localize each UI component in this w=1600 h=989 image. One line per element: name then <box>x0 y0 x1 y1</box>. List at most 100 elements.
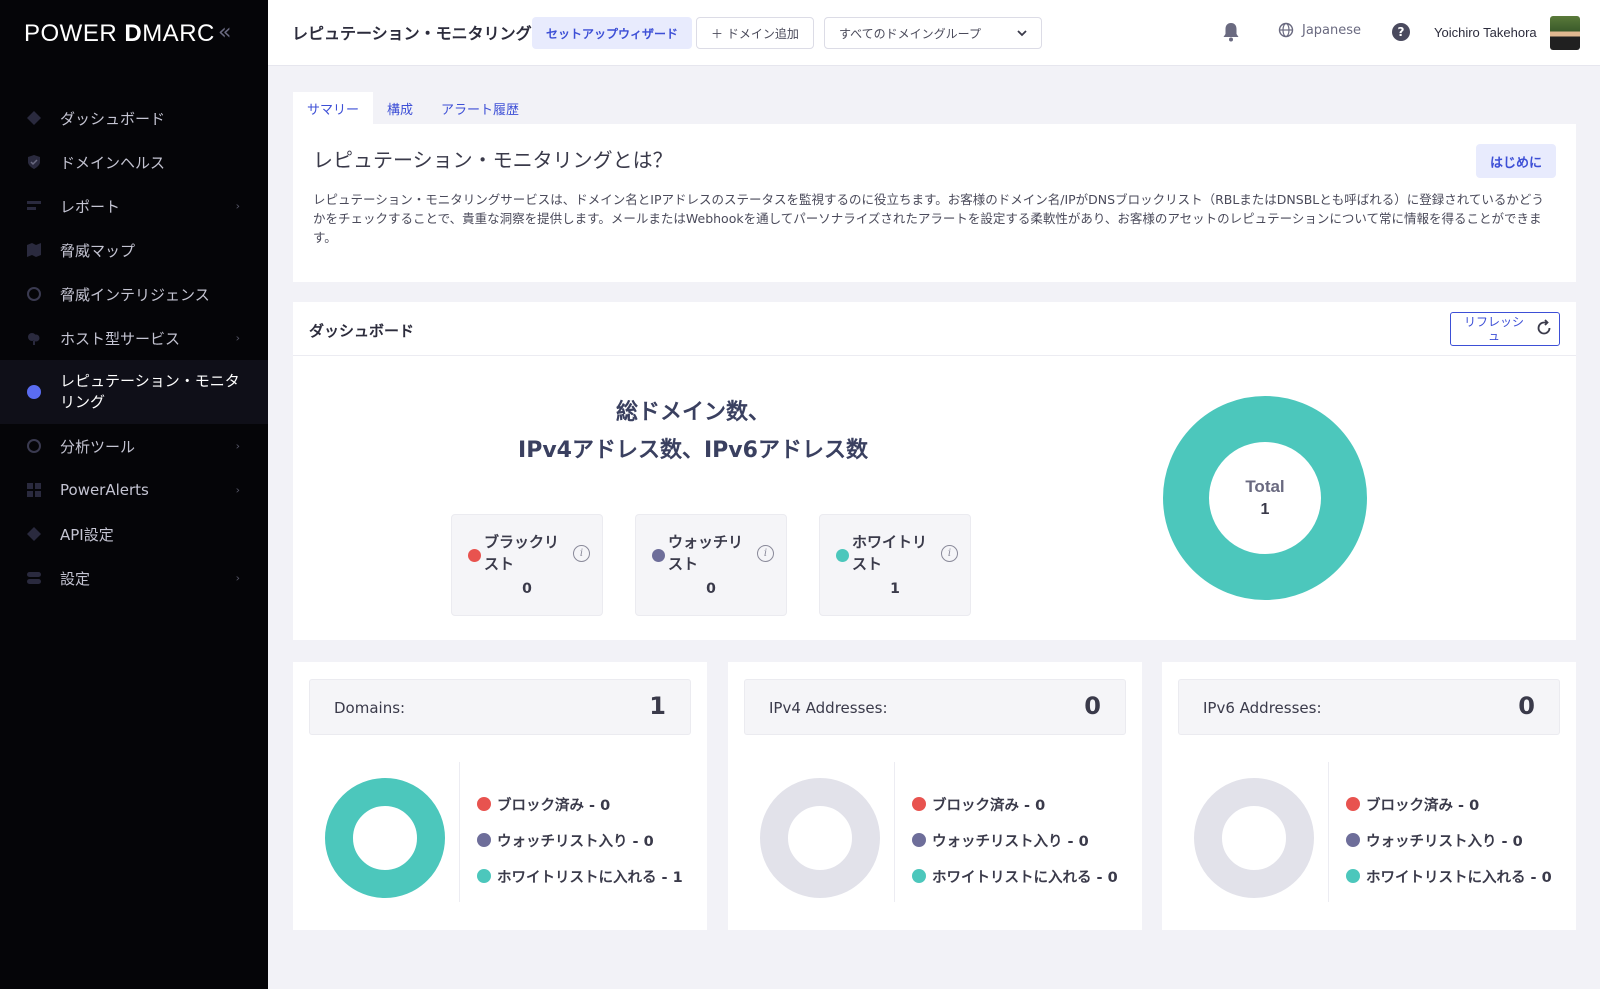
domain-group-select[interactable]: すべてのドメイングループ <box>824 17 1042 49</box>
avatar[interactable] <box>1550 16 1580 50</box>
sidebar-item-label: レポート <box>60 197 121 216</box>
info-icon[interactable]: i <box>573 545 590 562</box>
bell-icon[interactable] <box>1222 22 1240 46</box>
chevron-right-icon: › <box>235 199 240 213</box>
language-label: Japanese <box>1302 22 1362 38</box>
shield-check-icon <box>26 154 42 170</box>
legend-item-blocked[interactable]: ブロック済み - 0 <box>477 786 683 822</box>
chevron-right-icon: › <box>235 571 240 585</box>
legend-item-whitelisted[interactable]: ホワイトリストに入れる - 0 <box>1346 858 1552 894</box>
domains-donut-ring[interactable] <box>325 778 445 898</box>
ipv4-count: 0 <box>1084 692 1101 720</box>
ipv6-donut-chart[interactable] <box>1192 776 1316 900</box>
refresh-button[interactable]: リフレッシュ <box>1450 312 1560 346</box>
sidebar-item-hosted-services[interactable]: ホスト型サービス › <box>0 316 268 360</box>
sidebar-item-analysis-tools[interactable]: 分析ツール › <box>0 424 268 468</box>
sidebar-item-label: 設定 <box>60 569 91 588</box>
intro-card: レピュテーション・モニタリングとは？ はじめに レピュテーション・モニタリングサ… <box>293 124 1576 282</box>
total-value: 1 <box>1261 501 1270 518</box>
setup-wizard-button[interactable]: セットアップウィザード <box>532 17 693 49</box>
diamond-icon <box>26 526 42 542</box>
tab-summary[interactable]: サマリー <box>293 92 374 124</box>
top-bar: レピュテーション・モニタリング セットアップウィザード ＋ ドメイン追加 すべて… <box>268 0 1600 66</box>
info-icon[interactable]: i <box>757 545 774 562</box>
whitelist-dot <box>836 549 849 562</box>
legend-item-whitelisted[interactable]: ホワイトリストに入れる - 1 <box>477 858 683 894</box>
help-icon[interactable]: ? <box>1392 23 1410 41</box>
sidebar-item-poweralerts[interactable]: PowerAlerts › <box>0 468 268 512</box>
chevron-right-icon: › <box>235 439 240 453</box>
badge-icon <box>26 384 42 400</box>
report-icon <box>26 198 42 214</box>
sidebar-item-label: ダッシュボード <box>60 109 166 128</box>
domains-card: Domains: 1 ブロック済み - 0 ウォッチリスト入り - 0 ホワイト… <box>293 662 707 930</box>
stat-label: ウォッチリスト <box>668 533 744 573</box>
sidebar-item-domain-health[interactable]: ドメインヘルス <box>0 140 268 184</box>
sidebar-item-reputation-monitoring[interactable]: レピュテーション・モニタリング <box>0 360 268 424</box>
legend-item-watchlisted[interactable]: ウォッチリスト入り - 0 <box>477 822 683 858</box>
stat-value: 0 <box>706 581 716 597</box>
legend-label: ブロック済み - 0 <box>497 797 611 814</box>
divider <box>894 762 895 902</box>
dashboard-heading-line-1: 総ドメイン数、 <box>615 400 770 425</box>
sidebar-item-label: ドメインヘルス <box>60 153 166 172</box>
double-chevron-left-icon[interactable]: « <box>218 20 231 45</box>
legend-label: ブロック済み - 0 <box>1366 797 1480 814</box>
ipv4-legend: ブロック済み - 0 ウォッチリスト入り - 0 ホワイトリストに入れる - 0 <box>912 786 1118 894</box>
toggle-icon <box>26 570 42 586</box>
sidebar-item-label: PowerAlerts <box>60 481 149 499</box>
ipv6-donut-ring[interactable] <box>1194 778 1314 898</box>
whitelisted-dot <box>912 869 926 883</box>
domains-donut-chart[interactable] <box>323 776 447 900</box>
ipv4-donut-chart[interactable] <box>758 776 882 900</box>
domains-summary: Domains: 1 <box>309 679 691 735</box>
ipv6-count: 0 <box>1518 692 1535 720</box>
sidebar-item-label: レピュテーション・モニタリング <box>60 372 240 411</box>
user-name[interactable]: Yoichiro Takehora <box>1434 25 1537 40</box>
sidebar-item-reports[interactable]: レポート › <box>0 184 268 228</box>
page-title: レピュテーション・モニタリング <box>292 24 532 43</box>
blacklist-dot <box>468 549 481 562</box>
dashboard-heading-line-2: IPv4アドレス数、IPv6アドレス数 <box>518 438 868 463</box>
get-started-button[interactable]: はじめに <box>1475 144 1556 178</box>
divider <box>459 762 460 902</box>
circle-icon <box>26 286 42 302</box>
total-donut-ring[interactable] <box>1163 396 1367 600</box>
domains-legend: ブロック済み - 0 ウォッチリスト入り - 0 ホワイトリストに入れる - 1 <box>477 786 683 894</box>
ipv6-card: IPv6 Addresses: 0 ブロック済み - 0 ウォッチリスト入り -… <box>1162 662 1576 930</box>
legend-item-watchlisted[interactable]: ウォッチリスト入り - 0 <box>912 822 1118 858</box>
divider <box>1328 762 1329 902</box>
language-selector[interactable]: Japanese <box>1278 22 1361 38</box>
sidebar-item-threat-intelligence[interactable]: 脅威インテリジェンス <box>0 272 268 316</box>
legend-label: ホワイトリストに入れる - 1 <box>497 869 683 886</box>
sidebar-item-label: ホスト型サービス <box>60 329 181 348</box>
cloud-icon <box>26 330 42 346</box>
domain-group-select-value: すべてのドメイングループ <box>839 26 981 41</box>
powerdmarc-logo[interactable]: POWER DMARC <box>24 20 215 48</box>
sidebar-item-dashboard[interactable]: ダッシュボード <box>0 96 268 140</box>
legend-label: ホワイトリストに入れる - 0 <box>932 869 1118 886</box>
legend-item-watchlisted[interactable]: ウォッチリスト入り - 0 <box>1346 822 1552 858</box>
sidebar-item-settings[interactable]: 設定 › <box>0 556 268 600</box>
stat-value: 1 <box>890 581 900 597</box>
legend-item-blocked[interactable]: ブロック済み - 0 <box>1346 786 1552 822</box>
legend-item-whitelisted[interactable]: ホワイトリストに入れる - 0 <box>912 858 1118 894</box>
info-icon[interactable]: i <box>941 545 958 562</box>
total-donut-chart[interactable]: Total 1 <box>1163 396 1367 600</box>
ipv4-donut-ring[interactable] <box>760 778 880 898</box>
whitelisted-dot <box>477 869 491 883</box>
stat-box-watchlist: ウォッチリスト i 0 <box>635 514 787 616</box>
tab-alert-history[interactable]: アラート履歴 <box>427 92 533 124</box>
legend-item-blocked[interactable]: ブロック済み - 0 <box>912 786 1118 822</box>
sidebar: POWER DMARC « ダッシュボード ドメインヘルス レポート › 脅威マ… <box>0 0 268 989</box>
sidebar-item-label: 脅威インテリジェンス <box>60 285 210 304</box>
diamond-icon <box>26 110 42 126</box>
sidebar-item-api-settings[interactable]: API設定 <box>0 512 268 556</box>
tab-configuration[interactable]: 構成 <box>373 92 427 124</box>
legend-label: ホワイトリストに入れる - 0 <box>1366 869 1552 886</box>
tab-bar: サマリー 構成 アラート履歴 <box>293 92 533 124</box>
intro-description: レピュテーション・モニタリングサービスは、ドメイン名とIPアドレスのステータスを… <box>313 192 1544 245</box>
whitelisted-dot <box>1346 869 1360 883</box>
sidebar-item-threat-map[interactable]: 脅威マップ <box>0 228 268 272</box>
add-domain-button[interactable]: ＋ ドメイン追加 <box>696 17 814 49</box>
